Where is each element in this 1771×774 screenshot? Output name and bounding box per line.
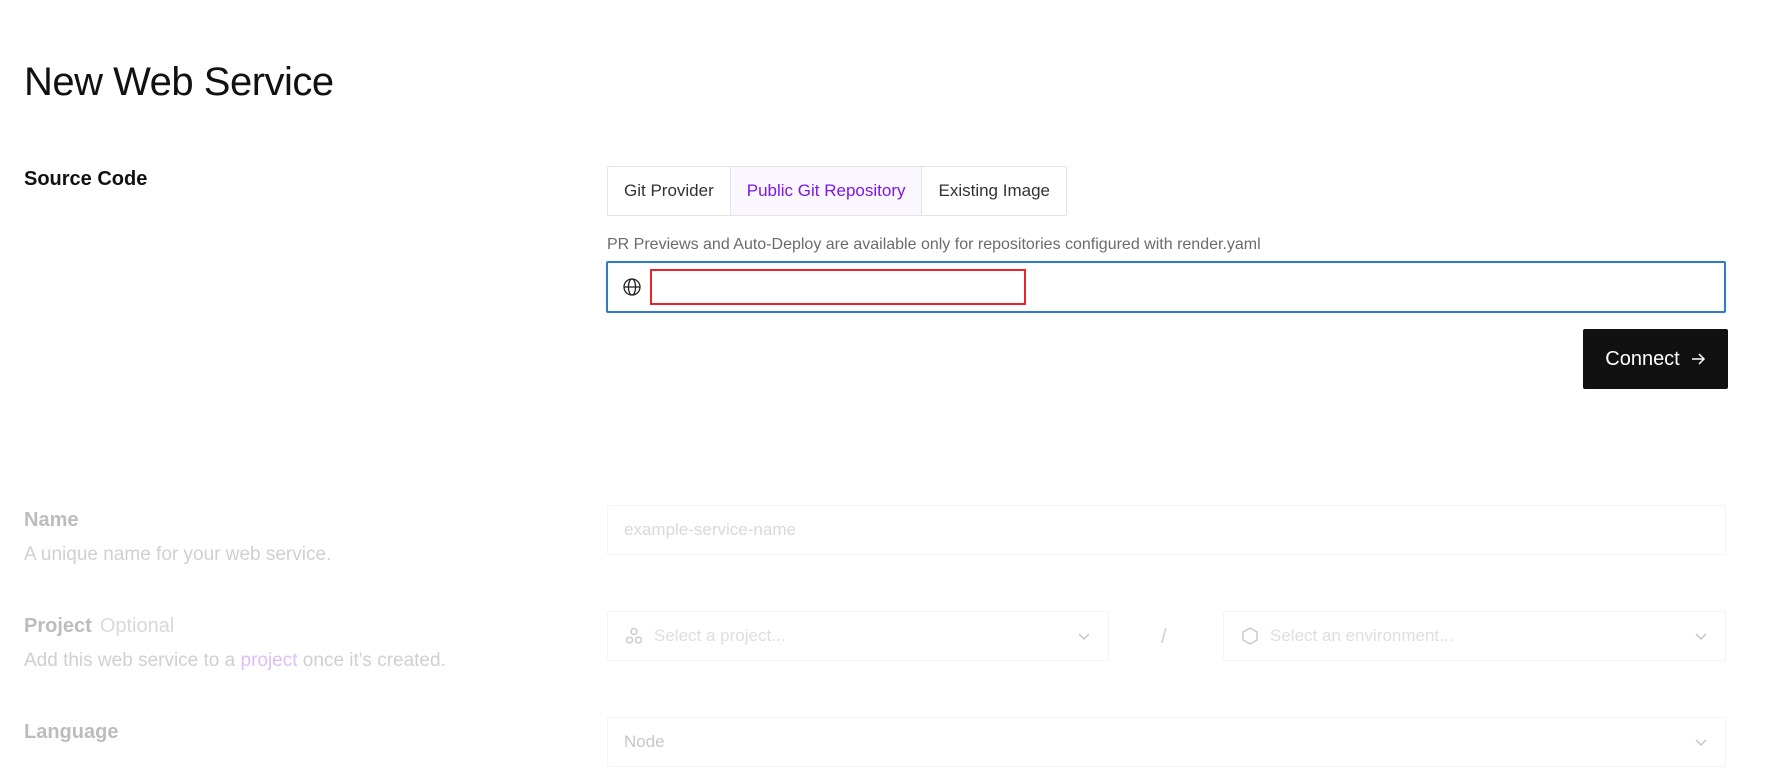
connect-button[interactable]: Connect (1583, 329, 1728, 389)
service-name-input[interactable] (608, 520, 1725, 540)
tab-existing-image[interactable]: Existing Image (922, 167, 1066, 215)
language-select[interactable]: Node (607, 717, 1726, 767)
language-select-value: Node (624, 732, 665, 751)
service-name-field[interactable] (607, 505, 1726, 555)
page: New Web Service Source Code Git Provider… (0, 0, 1771, 774)
repository-url-field[interactable] (606, 261, 1726, 313)
name-label: Name (24, 509, 79, 531)
name-description: A unique name for your web service. (24, 544, 332, 565)
project-description-after: once it's created. (297, 650, 446, 671)
source-tabs: Git Provider Public Git Repository Exist… (607, 166, 1067, 216)
chevron-down-icon (1695, 633, 1707, 641)
project-select-placeholder: Select a project... (654, 626, 786, 645)
repository-url-input[interactable] (650, 269, 1026, 305)
connect-button-label: Connect (1605, 347, 1680, 370)
arrow-right-icon (1691, 353, 1705, 365)
project-select[interactable]: Select a project... (607, 611, 1109, 661)
project-link[interactable]: project (241, 650, 298, 671)
project-label: Project Optional (24, 615, 174, 638)
environment-select-placeholder: Select an environment... (1270, 626, 1454, 645)
project-icon (625, 627, 643, 644)
render-yaml-info: PR Previews and Auto-Deploy are availabl… (607, 236, 1261, 253)
globe-icon (623, 278, 641, 296)
project-description-before: Add this web service to a (24, 650, 241, 671)
source-code-label: Source Code (24, 168, 148, 190)
language-label: Language (24, 721, 119, 743)
environment-select[interactable]: Select an environment... (1223, 611, 1726, 661)
project-environment-separator: / (1161, 626, 1167, 648)
environment-icon (1242, 627, 1258, 645)
optional-tag: Optional (99, 615, 175, 637)
chevron-down-icon (1695, 739, 1707, 747)
tab-public-git-repository[interactable]: Public Git Repository (730, 167, 923, 215)
project-label-text: Project (24, 615, 92, 637)
chevron-down-icon (1078, 633, 1090, 641)
project-description: Add this web service to a project once i… (24, 650, 446, 672)
page-title: New Web Service (24, 60, 334, 104)
tab-git-provider[interactable]: Git Provider (608, 167, 731, 215)
